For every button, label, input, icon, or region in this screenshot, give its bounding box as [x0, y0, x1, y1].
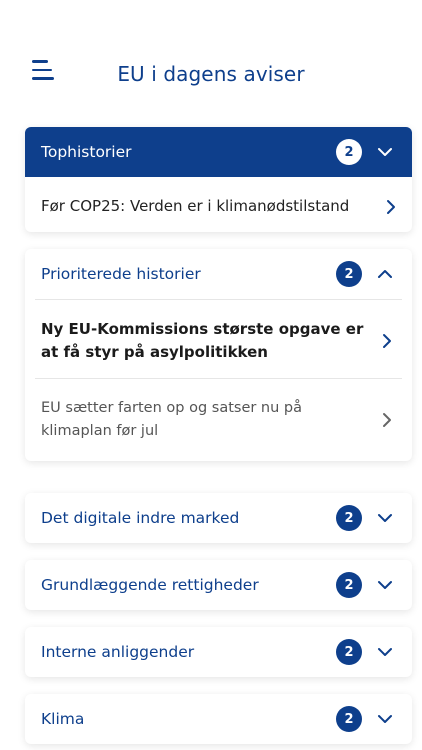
- section-label: Tophistorier: [41, 143, 132, 161]
- list-item[interactable]: EU sætter farten op og satser nu på klim…: [35, 378, 402, 461]
- section-label: Klima: [41, 710, 85, 728]
- section-card-digitale: Det digitale indre marked 2: [25, 493, 412, 543]
- story-title: Før COP25: Verden er i klimanødstilstand: [41, 197, 350, 215]
- section-label: Grundlæggende rettigheder: [41, 576, 259, 594]
- section-header-prioriterede[interactable]: Prioriterede historier 2: [25, 249, 412, 299]
- section-header-interne[interactable]: Interne anliggender 2: [25, 627, 412, 677]
- section-label: Interne anliggender: [41, 643, 195, 661]
- page-title: EU i dagens aviser: [117, 62, 305, 86]
- section-card-klima: Klima 2: [25, 694, 412, 744]
- section-card-prioriterede: Prioriterede historier 2 Ny EU-Kommissio…: [25, 249, 412, 461]
- chevron-down-icon: [374, 141, 396, 163]
- count-badge: 2: [336, 505, 362, 531]
- count-badge: 2: [336, 261, 362, 287]
- count-badge: 2: [336, 572, 362, 598]
- section-card-tophistorier: Tophistorier 2 Før COP25: Verden er i kl…: [25, 127, 412, 232]
- section-header-tophistorier[interactable]: Tophistorier 2: [25, 127, 412, 177]
- story-title: EU sætter farten op og satser nu på klim…: [41, 400, 303, 439]
- count-badge: 2: [336, 706, 362, 732]
- section-header-rettigheder[interactable]: Grundlæggende rettigheder 2: [25, 560, 412, 610]
- count-badge: 2: [336, 639, 362, 665]
- chevron-down-icon: [374, 641, 396, 663]
- section-list: Tophistorier 2 Før COP25: Verden er i kl…: [25, 127, 412, 744]
- chevron-right-icon: [374, 412, 392, 428]
- chevron-down-icon: [374, 507, 396, 529]
- chevron-down-icon: [374, 708, 396, 730]
- list-item[interactable]: Ny EU-Kommissions største opgave er at f…: [35, 299, 402, 378]
- app-header: EU i dagens aviser: [0, 0, 422, 110]
- count-badge: 2: [336, 139, 362, 165]
- section-header-klima[interactable]: Klima 2: [25, 694, 412, 744]
- chevron-down-icon: [374, 574, 396, 596]
- section-card-rettigheder: Grundlæggende rettigheder 2: [25, 560, 412, 610]
- chevron-right-icon: [378, 199, 396, 215]
- section-card-interne: Interne anliggender 2: [25, 627, 412, 677]
- section-label: Prioriterede historier: [41, 265, 201, 283]
- chevron-up-icon: [374, 263, 396, 285]
- story-title: Ny EU-Kommissions største opgave er at f…: [41, 320, 364, 361]
- section-label: Det digitale indre marked: [41, 509, 240, 527]
- list-item[interactable]: Før COP25: Verden er i klimanødstilstand: [25, 177, 412, 232]
- chevron-right-icon: [374, 333, 392, 349]
- section-header-digitale[interactable]: Det digitale indre marked 2: [25, 493, 412, 543]
